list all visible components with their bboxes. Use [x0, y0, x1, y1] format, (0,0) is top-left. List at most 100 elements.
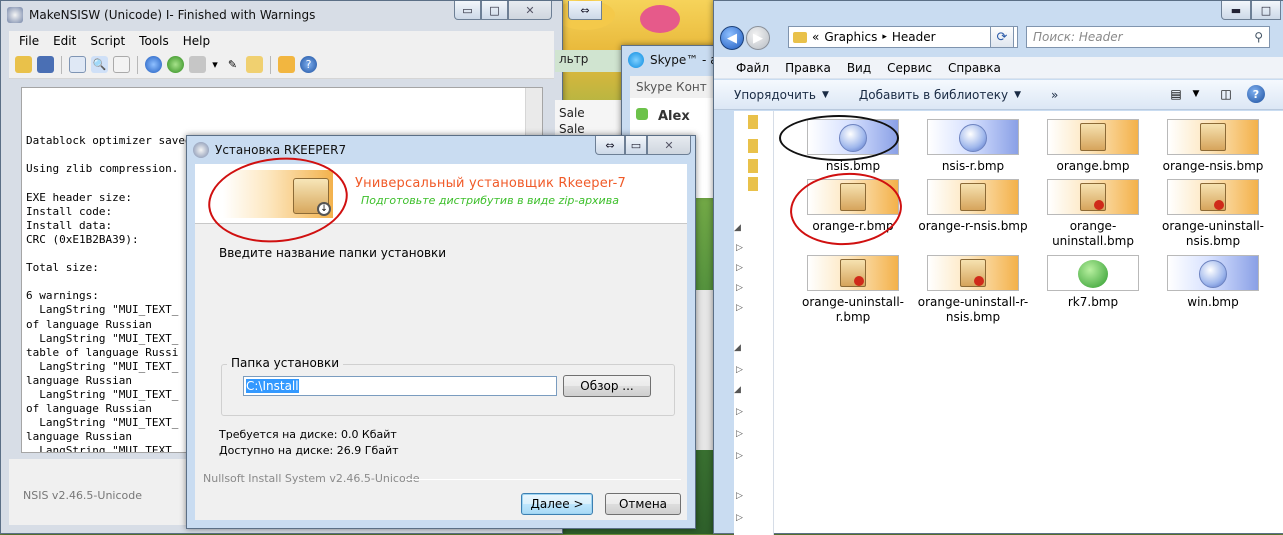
edit-script-icon[interactable]: ✎ — [224, 56, 241, 73]
breadcrumb-header[interactable]: Header — [892, 30, 936, 44]
organize-button[interactable]: Упорядочить ▼ — [734, 88, 829, 102]
menu-script[interactable]: Script — [90, 34, 125, 48]
file-thumbnail — [1167, 255, 1259, 291]
restore-icon[interactable]: ⇔ — [568, 1, 602, 20]
file-item[interactable]: rk7.bmp — [1034, 255, 1152, 310]
file-item[interactable]: win.bmp — [1154, 255, 1272, 310]
minimize-button[interactable]: ▭ — [454, 1, 481, 20]
help-icon[interactable]: ? — [1247, 85, 1265, 103]
copy-icon[interactable] — [69, 56, 86, 73]
address-bar[interactable]: « Graphics ▸ Header ▾ — [788, 26, 1018, 48]
expand-arrow-icon[interactable]: ▷ — [736, 365, 766, 381]
file-item[interactable]: orange-r.bmp — [794, 179, 912, 234]
file-item[interactable]: orange-r-nsis.bmp — [914, 179, 1032, 234]
menu-file[interactable]: File — [19, 34, 39, 48]
file-name: orange-uninstall-nsis.bmp — [1161, 219, 1265, 248]
uninstall-badge-icon — [1094, 200, 1104, 210]
status-icon — [636, 108, 648, 120]
menu-help[interactable]: Справка — [948, 61, 1001, 75]
close-button[interactable]: ✕ — [647, 136, 691, 155]
find-icon[interactable]: 🔍 — [91, 56, 108, 73]
background-window-strip — [696, 290, 714, 450]
expand-arrow-icon[interactable]: ◢ — [734, 385, 764, 401]
file-thumbnail — [927, 179, 1019, 215]
folder-icon[interactable] — [748, 177, 758, 191]
test-icon[interactable] — [167, 56, 184, 73]
installer-app-icon — [193, 142, 209, 158]
menu-help[interactable]: Help — [183, 34, 210, 48]
skype-titlebar[interactable]: Skype™ - a — [622, 46, 720, 74]
expand-arrow-icon[interactable]: ▷ — [736, 243, 766, 259]
file-name: orange-nsis.bmp — [1162, 159, 1264, 173]
preview-pane-icon[interactable]: ◫ — [1217, 85, 1235, 103]
close-button[interactable]: ✕ — [508, 1, 552, 20]
menu-edit[interactable]: Edit — [53, 34, 76, 48]
refresh-button[interactable]: ⟳ — [990, 26, 1014, 48]
file-item[interactable]: orange-nsis.bmp — [1154, 119, 1272, 174]
minimize-button[interactable]: ▬ — [1221, 1, 1251, 20]
breadcrumb-separator[interactable]: ▸ — [882, 32, 887, 42]
next-button[interactable]: Далее > — [521, 493, 593, 515]
browse-script-icon[interactable] — [246, 56, 263, 73]
back-button[interactable]: ◀ — [720, 26, 744, 50]
file-item[interactable]: orange-uninstall.bmp — [1034, 179, 1152, 249]
folder-icon[interactable] — [748, 115, 758, 129]
expand-arrow-icon[interactable]: ▷ — [736, 283, 766, 299]
expand-arrow-icon[interactable]: ▷ — [736, 263, 766, 279]
navigation-pane[interactable]: ◢ ▷ ▷ ▷ ▷ ◢ ▷ ◢ ▷ ▷ ▷ ▷ ▷ — [734, 111, 774, 535]
file-list[interactable]: nsis.bmp nsis-r.bmp orange.bmp orange-nsis.… — [774, 111, 1283, 533]
file-item[interactable]: orange.bmp — [1034, 119, 1152, 174]
expand-arrow-icon[interactable]: ▷ — [736, 451, 766, 467]
toolbar-separator — [137, 55, 138, 74]
search-input[interactable]: Поиск: Header ⚲ — [1026, 26, 1270, 48]
browse-button[interactable]: Обзор ... — [563, 375, 651, 397]
minimize-button[interactable]: ▭ — [625, 136, 647, 155]
recompile-icon[interactable] — [145, 56, 162, 73]
menu-file[interactable]: Файл — [736, 61, 769, 75]
clear-icon[interactable] — [113, 56, 130, 73]
menu-edit[interactable]: Правка — [785, 61, 831, 75]
file-item[interactable]: nsis-r.bmp — [914, 119, 1032, 174]
open-icon[interactable] — [15, 56, 32, 73]
chevron-down-icon: ▼ — [1014, 89, 1022, 100]
file-item[interactable]: nsis.bmp — [794, 119, 912, 174]
file-item[interactable]: orange-uninstall-r-nsis.bmp — [914, 255, 1032, 325]
nav-buttons: ◀ ▶ — [720, 26, 770, 50]
file-item[interactable]: orange-uninstall-r.bmp — [794, 255, 912, 325]
expand-arrow-icon[interactable]: ◢ — [734, 343, 764, 359]
command-bar: Упорядочить ▼ Добавить в библиотеку ▼ » ▤ … — [714, 80, 1283, 110]
add-to-library-button[interactable]: Добавить в библиотеку ▼ — [859, 88, 1021, 102]
maximize-button[interactable]: □ — [1251, 1, 1281, 20]
menu-tools[interactable]: Tools — [139, 34, 169, 48]
expand-arrow-icon[interactable]: ▷ — [736, 491, 766, 507]
breadcrumb-graphics[interactable]: Graphics — [824, 30, 877, 44]
folder-icon[interactable] — [748, 159, 758, 173]
menu-tools[interactable]: Сервис — [887, 61, 932, 75]
skype-menu[interactable]: Skype Конт — [630, 76, 720, 98]
maximize-button[interactable]: □ — [481, 1, 508, 20]
expand-arrow-icon[interactable]: ▷ — [736, 513, 766, 529]
chevron-down-icon[interactable]: ▼ — [1187, 85, 1205, 103]
install-dir-input[interactable]: C:\Install — [243, 376, 557, 396]
breadcrumb-overflow[interactable]: « — [812, 30, 819, 44]
more-commands-button[interactable]: » — [1051, 88, 1058, 102]
window-title: Skype™ - a — [650, 53, 718, 67]
forward-button[interactable]: ▶ — [746, 26, 770, 50]
expand-arrow-icon[interactable]: ▷ — [736, 303, 766, 319]
change-view-icon[interactable]: ▤ — [1167, 85, 1185, 103]
view-controls: ▤ ▼ ◫ ? — [1167, 85, 1265, 103]
add-to-library-label: Добавить в библиотеку — [858, 87, 1009, 102]
compressor-icon[interactable] — [189, 56, 206, 73]
restore-icon[interactable]: ⇔ — [595, 136, 625, 155]
folder-icon[interactable] — [748, 139, 758, 153]
help-icon[interactable]: ? — [300, 56, 317, 73]
expand-arrow-icon[interactable]: ▷ — [736, 407, 766, 423]
file-item[interactable]: orange-uninstall-nsis.bmp — [1154, 179, 1272, 249]
menu-view[interactable]: Вид — [847, 61, 871, 75]
expand-arrow-icon[interactable]: ◢ — [734, 223, 764, 239]
cancel-button[interactable]: Отмена — [605, 493, 681, 515]
dropdown-arrow-icon[interactable]: ▾ — [211, 56, 219, 73]
settings-icon[interactable] — [278, 56, 295, 73]
expand-arrow-icon[interactable]: ▷ — [736, 429, 766, 445]
save-icon[interactable] — [37, 56, 54, 73]
